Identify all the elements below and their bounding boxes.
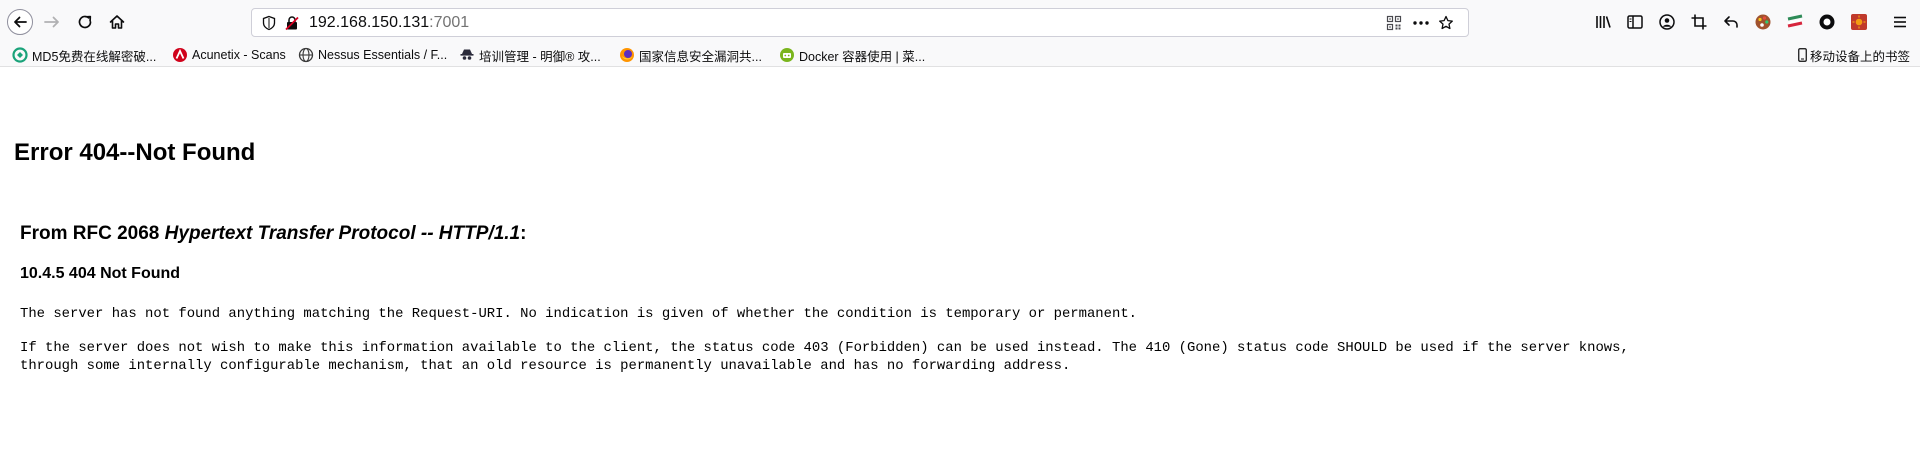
extension-sun-button[interactable] — [1844, 7, 1874, 37]
extension-circle-button[interactable] — [1812, 7, 1842, 37]
section-heading: 10.4.5 404 Not Found — [20, 265, 181, 282]
bookmark-label: MD5免费在线解密破... — [32, 49, 157, 64]
rfc-protocol-title: Hypertext Transfer Protocol -- HTTP/1.1 — [164, 223, 521, 244]
library-button[interactable] — [1588, 7, 1618, 37]
md5-site-icon — [12, 47, 28, 63]
bookmark-md5[interactable]: MD5免费在线解密破... — [12, 46, 156, 64]
runoob-icon — [779, 47, 795, 63]
bookmark-label: Nessus Essentials / F... — [318, 48, 448, 62]
crop-icon — [1691, 14, 1707, 30]
ring-icon — [1819, 14, 1835, 30]
mobile-device-icon — [1798, 47, 1807, 63]
insecure-lock-icon[interactable] — [284, 15, 300, 31]
bookmark-star-icon[interactable] — [1438, 15, 1454, 31]
extension-palette-button[interactable] — [1748, 7, 1778, 37]
extension-flag-button[interactable] — [1780, 7, 1810, 37]
page-content: Error 404--Not Found From RFC 2068 Hyper… — [0, 67, 1920, 474]
bookmark-label: Docker 容器使用 | 菜... — [799, 49, 926, 64]
screenshot-button[interactable] — [1684, 7, 1714, 37]
rfc-heading: From RFC 2068 Hypertext Transfer Protoco… — [20, 223, 526, 245]
bookmark-nessus[interactable]: Nessus Essentials / F... — [298, 46, 447, 64]
back-arrow-icon — [7, 9, 33, 35]
description-paragraph-2-line-1: If the server does not wish to make this… — [20, 340, 1629, 356]
forward-button[interactable] — [37, 7, 67, 37]
account-icon — [1659, 14, 1675, 30]
reload-icon — [78, 15, 92, 29]
spy-icon — [459, 47, 475, 63]
url-host: 192.168.150.131 — [309, 14, 430, 31]
flag-icon — [1787, 14, 1803, 28]
undo-arrow-icon — [1724, 16, 1738, 28]
rfc-prefix: From RFC 2068 — [20, 223, 165, 244]
firefox-icon — [619, 47, 635, 63]
error-heading: Error 404--Not Found — [14, 139, 256, 166]
bookmark-acunetix[interactable]: Acunetix - Scans — [172, 46, 286, 64]
description-paragraph-2-line-2: through some internally configurable mec… — [20, 358, 1071, 374]
palette-icon — [1755, 14, 1771, 30]
url-port: :7001 — [429, 14, 470, 31]
sun-badge-icon — [1851, 14, 1867, 30]
page-actions-menu-icon[interactable] — [1412, 15, 1430, 31]
bookmark-docker[interactable]: Docker 容器使用 | 菜... — [779, 46, 925, 64]
bookmarks-toolbar: MD5免费在线解密破... Acunetix - Scans Nessus Es… — [0, 44, 1920, 67]
browser-toolbar: 192.168.150.131:7001 — [0, 0, 1920, 44]
address-bar[interactable]: 192.168.150.131:7001 — [251, 8, 1469, 37]
qr-code-icon[interactable] — [1386, 15, 1402, 31]
mobile-bookmarks-label: 移动设备上的书签 — [1810, 49, 1911, 64]
url-text[interactable]: 192.168.150.131:7001 — [309, 14, 469, 32]
account-button[interactable] — [1652, 7, 1682, 37]
mobile-bookmarks[interactable]: 移动设备上的书签 — [1798, 46, 1910, 64]
hamburger-menu-icon — [1894, 16, 1906, 28]
description-paragraph-1: The server has not found anything matchi… — [20, 306, 1137, 322]
bookmark-label: 培训管理 - 明御® 攻... — [479, 49, 601, 64]
bookmark-label: 国家信息安全漏洞共... — [639, 49, 762, 64]
sidebar-button[interactable] — [1620, 7, 1650, 37]
globe-icon — [298, 47, 314, 63]
library-icon — [1596, 16, 1611, 28]
open-menu-button[interactable] — [1885, 7, 1915, 37]
acunetix-icon — [172, 47, 188, 63]
sidebar-icon — [1627, 15, 1643, 29]
forward-arrow-icon — [44, 16, 59, 28]
rfc-suffix: : — [520, 223, 527, 244]
back-button[interactable] — [5, 7, 35, 37]
home-icon — [109, 15, 125, 29]
bookmark-training[interactable]: 培训管理 - 明御® 攻... — [459, 46, 601, 64]
bookmark-label: Acunetix - Scans — [192, 48, 286, 62]
bookmark-cnnvd[interactable]: 国家信息安全漏洞共... — [619, 46, 762, 64]
reload-button[interactable] — [70, 7, 100, 37]
undo-button[interactable] — [1716, 7, 1746, 37]
home-button[interactable] — [102, 7, 132, 37]
shield-icon[interactable] — [261, 15, 277, 31]
